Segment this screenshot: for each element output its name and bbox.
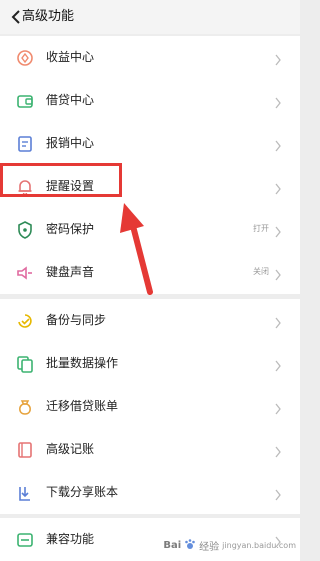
arrow-annotation (120, 203, 153, 295)
watermark: Bai 经验 jingyan.baidu.com (163, 534, 296, 556)
watermark-suffix: 经验 (199, 541, 220, 553)
watermark-brand: Bai (163, 539, 182, 551)
paw-icon (184, 538, 196, 553)
watermark-site: jingyan.baidu.com (222, 540, 296, 550)
